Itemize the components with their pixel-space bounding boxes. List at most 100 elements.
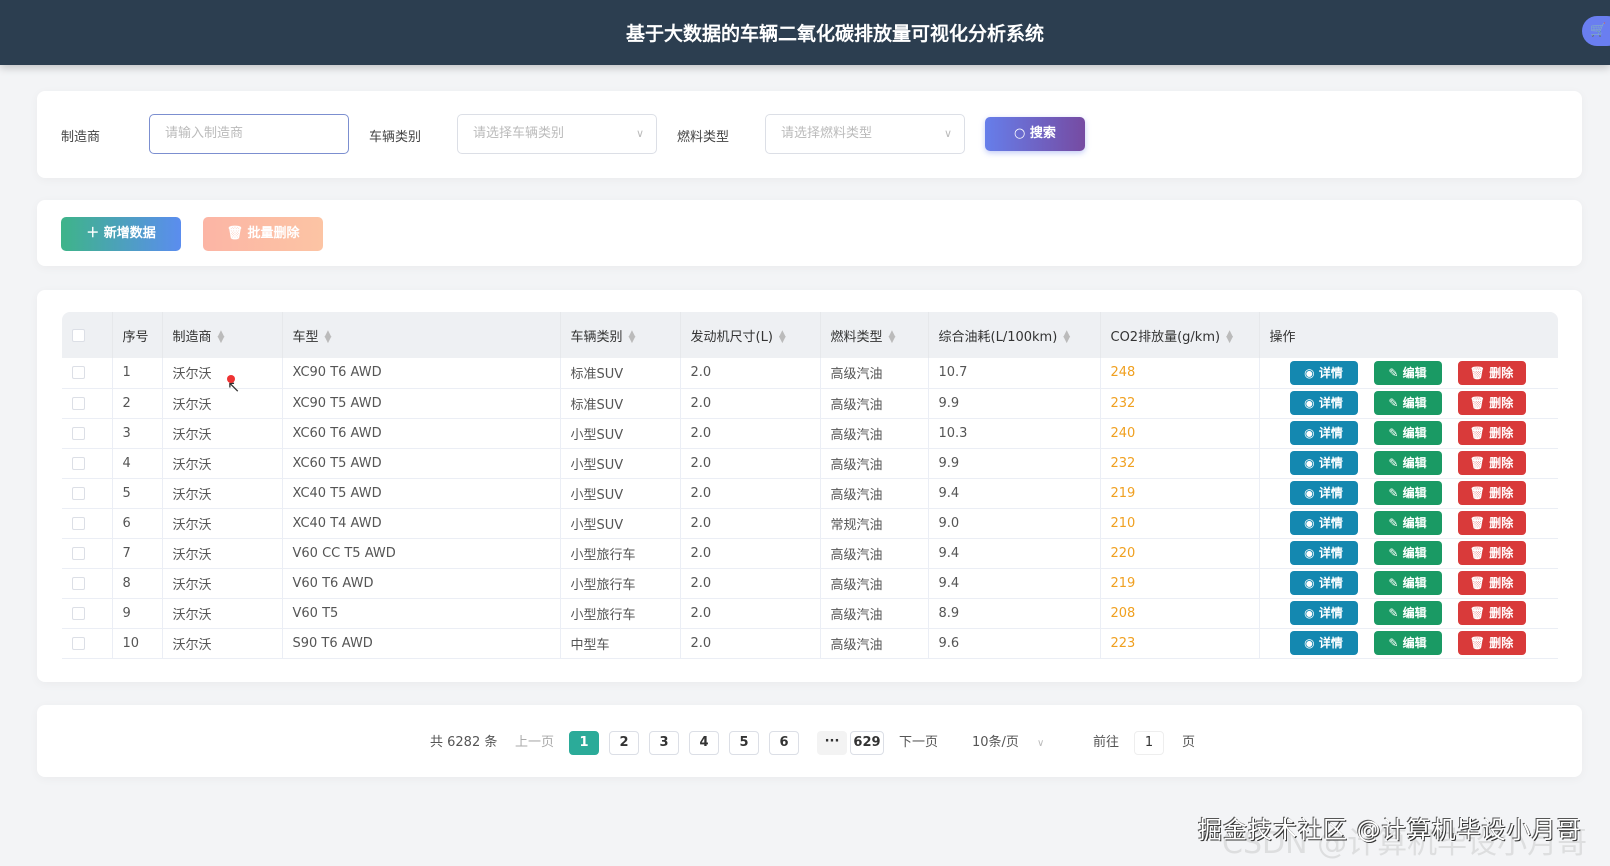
page-last[interactable]: 629 [850, 731, 884, 755]
delete-button[interactable]: 🗑 删除 [1457, 360, 1526, 385]
delete-button[interactable]: 🗑 删除 [1457, 571, 1526, 595]
row-checkbox[interactable] [72, 606, 85, 620]
sort-icon[interactable]: ▲ ▼ [1226, 330, 1233, 345]
delete-button[interactable]: 🗑 删除 [1457, 481, 1526, 505]
row-actions: ◉ 详情 ✎ 编辑 🗑 删除 [1259, 538, 1558, 569]
prev-page-button[interactable]: 上一页 [515, 731, 554, 755]
sort-icon[interactable]: ▲ ▼ [1063, 330, 1070, 345]
edit-button[interactable]: ✎ 编辑 [1373, 511, 1442, 535]
row-checkbox-cell[interactable] [62, 358, 113, 389]
page-size-select[interactable]: 10条/页 ∨ [972, 731, 1044, 755]
row-checkbox-cell[interactable] [62, 538, 113, 569]
edit-button[interactable]: ✎ 编辑 [1373, 360, 1442, 385]
sort-icon[interactable]: ▲ ▼ [629, 330, 636, 345]
column-header[interactable]: 综合油耗(L/100km) ▲ ▼ [928, 312, 1101, 358]
row-actions: ◉ 详情 ✎ 编辑 🗑 删除 [1259, 598, 1558, 629]
fuel-type-placeholder: 请选择燃料类型 [781, 126, 873, 141]
delete-button[interactable]: 🗑 删除 [1457, 511, 1526, 535]
vehicle-class-select[interactable]: 请选择车辆类别 ∨ [457, 114, 657, 154]
select-all-checkbox[interactable] [72, 328, 85, 342]
delete-button[interactable]: 🗑 删除 [1457, 541, 1526, 565]
column-header[interactable]: 燃料类型 ▲ ▼ [820, 312, 929, 358]
row-checkbox[interactable] [72, 486, 85, 500]
edit-button[interactable]: ✎ 编辑 [1373, 481, 1442, 505]
row-checkbox-cell[interactable] [62, 478, 113, 509]
page-5[interactable]: 5 [729, 731, 759, 755]
view-button[interactable]: ◉ 详情 [1289, 511, 1358, 535]
delete-label: 删除 [1489, 426, 1514, 440]
page-4[interactable]: 4 [689, 731, 719, 755]
delete-button[interactable]: 🗑 删除 [1457, 391, 1526, 415]
delete-button[interactable]: 🗑 删除 [1457, 421, 1526, 445]
table-row: 7 沃尔沃 V60 CC T5 AWD 小型旅行车 2.0 高级汽油 9.4 220 ◉ 详情… [62, 538, 1558, 569]
select-all-checkbox-cell[interactable] [62, 312, 113, 358]
page-1[interactable]: 1 [569, 731, 599, 755]
row-checkbox[interactable] [72, 636, 85, 650]
view-button[interactable]: ◉ 详情 [1289, 571, 1358, 595]
trash-icon: 🗑 [1469, 456, 1486, 470]
view-button[interactable]: ◉ 详情 [1289, 391, 1358, 415]
edit-button[interactable]: ✎ 编辑 [1373, 541, 1442, 565]
next-page-button[interactable]: 下一页 [899, 731, 938, 755]
manufacturer-input[interactable]: 请输入制造商 [149, 114, 349, 154]
row-checkbox[interactable] [72, 426, 85, 440]
table-row: 4 沃尔沃 XC60 T5 AWD 小型SUV 2.0 高级汽油 9.9 232 ◉ 详情 ✎ … [62, 448, 1558, 479]
view-button[interactable]: ◉ 详情 [1289, 451, 1358, 475]
data-table: 序号 制造商 ▲ ▼ 车型 ▲ ▼ 车辆类别 ▲ ▼ 发动机尺寸(L) ▲ ▼ 燃料类型 ▲ ▼ 综合油耗(L/… [62, 312, 1558, 659]
sort-icon[interactable]: ▲ ▼ [218, 330, 225, 345]
row-checkbox[interactable] [72, 456, 85, 470]
page-2[interactable]: 2 [609, 731, 639, 755]
row-checkbox[interactable] [72, 516, 85, 530]
pagination-ellipsis[interactable]: ··· [817, 731, 847, 755]
delete-button[interactable]: 🗑 删除 [1457, 451, 1526, 475]
delete-button[interactable]: 🗑 删除 [1457, 631, 1526, 655]
cart-icon[interactable]: 🛒 [1582, 16, 1610, 46]
edit-label: 编辑 [1402, 426, 1427, 440]
view-button[interactable]: ◉ 详情 [1289, 541, 1358, 565]
table-cell: 232 [1100, 388, 1260, 419]
view-button[interactable]: ◉ 详情 [1289, 360, 1358, 385]
row-checkbox[interactable] [72, 576, 85, 590]
delete-button[interactable]: 🗑 删除 [1457, 601, 1526, 625]
goto-page-input[interactable]: 1 [1134, 731, 1164, 755]
row-checkbox[interactable] [72, 396, 85, 410]
view-button[interactable]: ◉ 详情 [1289, 421, 1358, 445]
edit-button[interactable]: ✎ 编辑 [1373, 601, 1442, 625]
page-3[interactable]: 3 [649, 731, 679, 755]
chevron-down-icon: ∨ [1036, 738, 1045, 749]
row-checkbox-cell[interactable] [62, 418, 113, 449]
column-header[interactable]: 车辆类别 ▲ ▼ [560, 312, 681, 358]
trash-icon: 🗑 [1469, 636, 1486, 650]
row-checkbox[interactable] [72, 366, 85, 380]
edit-button[interactable]: ✎ 编辑 [1373, 631, 1442, 655]
row-checkbox[interactable] [72, 546, 85, 560]
fuel-type-select[interactable]: 请选择燃料类型 ∨ [765, 114, 965, 154]
edit-button[interactable]: ✎ 编辑 [1373, 421, 1442, 445]
edit-button[interactable]: ✎ 编辑 [1373, 391, 1442, 415]
column-header[interactable]: 发动机尺寸(L) ▲ ▼ [680, 312, 821, 358]
view-button[interactable]: ◉ 详情 [1289, 481, 1358, 505]
view-button[interactable]: ◉ 详情 [1289, 601, 1358, 625]
row-checkbox-cell[interactable] [62, 628, 113, 659]
view-button[interactable]: ◉ 详情 [1289, 631, 1358, 655]
sort-icon[interactable]: ▲ ▼ [779, 330, 786, 345]
row-checkbox-cell[interactable] [62, 598, 113, 629]
search-button[interactable]: ○ 搜索 [985, 117, 1085, 151]
edit-button[interactable]: ✎ 编辑 [1373, 571, 1442, 595]
column-header[interactable]: 车型 ▲ ▼ [282, 312, 561, 358]
edit-button[interactable]: ✎ 编辑 [1373, 451, 1442, 475]
row-checkbox-cell[interactable] [62, 508, 113, 539]
add-data-button[interactable]: ＋ 新增数据 [61, 217, 181, 251]
delete-label: 删除 [1489, 516, 1514, 530]
sort-icon[interactable]: ▲ ▼ [325, 330, 332, 345]
table-cell: 9.4 [928, 538, 1101, 569]
row-checkbox-cell[interactable] [62, 388, 113, 419]
batch-delete-button[interactable]: 🗑 批量删除 [203, 217, 323, 251]
delete-label: 删除 [1489, 576, 1514, 590]
page-6[interactable]: 6 [769, 731, 799, 755]
column-header[interactable]: CO2排放量(g/km) ▲ ▼ [1100, 312, 1260, 358]
row-checkbox-cell[interactable] [62, 448, 113, 479]
sort-icon[interactable]: ▲ ▼ [889, 330, 896, 345]
column-header[interactable]: 制造商 ▲ ▼ [162, 312, 283, 358]
row-checkbox-cell[interactable] [62, 568, 113, 599]
